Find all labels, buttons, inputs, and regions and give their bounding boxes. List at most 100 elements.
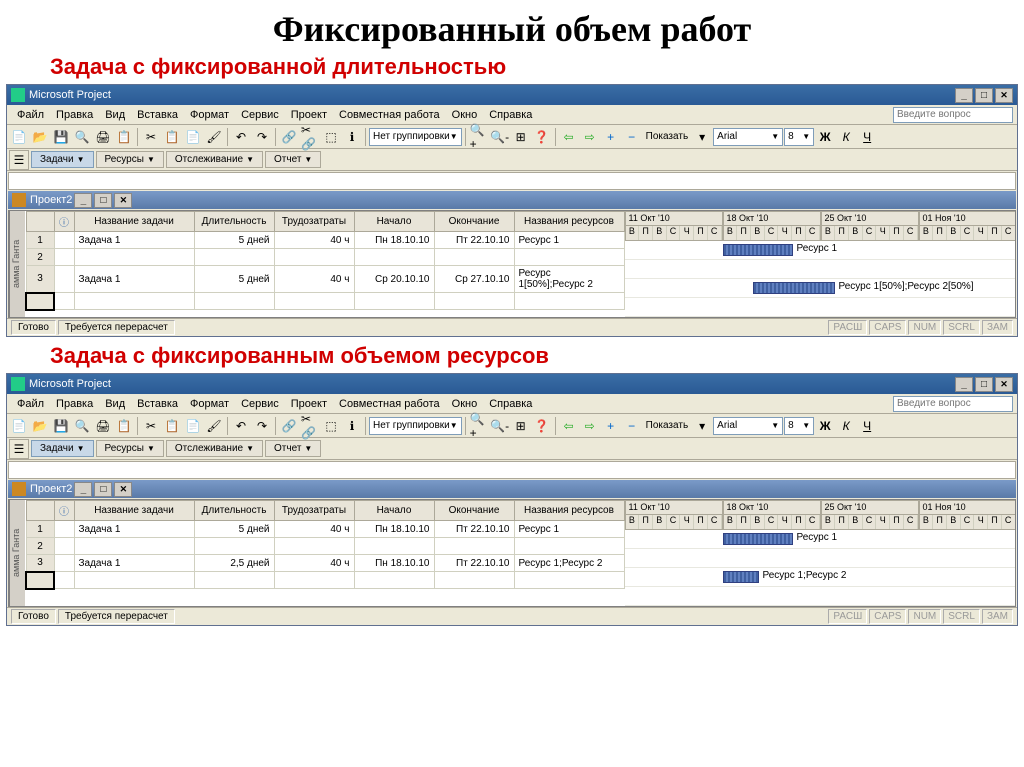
menu-file[interactable]: Файл [11, 107, 50, 123]
menu-tools[interactable]: Сервис [235, 396, 285, 412]
save-icon[interactable]: 💾 [51, 127, 71, 147]
copy-icon[interactable]: 📋 [162, 416, 182, 436]
gantt-bar[interactable] [753, 282, 835, 294]
new-icon[interactable]: 📄 [9, 127, 29, 147]
entry-bar[interactable] [8, 172, 1016, 190]
italic-button[interactable]: К [836, 127, 856, 147]
view-report[interactable]: Отчет▼ [265, 151, 321, 168]
close-button[interactable]: ✕ [995, 377, 1013, 392]
view-resources[interactable]: Ресурсы▼ [96, 440, 164, 457]
help-search[interactable] [893, 396, 1013, 412]
menu-format[interactable]: Формат [184, 107, 235, 123]
open-icon[interactable]: 📂 [30, 416, 50, 436]
format-painter-icon[interactable]: 🖌 [204, 127, 224, 147]
menu-project[interactable]: Проект [285, 396, 333, 412]
underline-button[interactable]: Ч [857, 127, 877, 147]
gantt-row[interactable] [625, 549, 1016, 568]
zoom-in-icon[interactable]: 🔍+ [469, 416, 489, 436]
menu-format[interactable]: Формат [184, 396, 235, 412]
view-tab-gantt[interactable]: амма Ганта [9, 500, 25, 606]
menu-insert[interactable]: Вставка [131, 396, 184, 412]
menu-file[interactable]: Файл [11, 396, 50, 412]
col-duration[interactable]: Длительность [194, 212, 274, 232]
menu-view[interactable]: Вид [99, 107, 131, 123]
help-search[interactable] [893, 107, 1013, 123]
views-icon[interactable]: ☰ [9, 439, 29, 459]
col-name[interactable]: Название задачи [74, 501, 194, 521]
col-work[interactable]: Трудозатраты [274, 501, 354, 521]
cut-icon[interactable]: ✂ [141, 416, 161, 436]
undo-icon[interactable]: ↶ [231, 127, 251, 147]
preview-icon[interactable]: 📋 [114, 127, 134, 147]
col-resources[interactable]: Названия ресурсов [514, 212, 624, 232]
table-row[interactable]: 1Задача 15 дней40 чПн 18.10.10Пт 22.10.1… [26, 232, 624, 249]
arrow-right-icon[interactable]: ⇨ [580, 127, 600, 147]
open-icon[interactable]: 📂 [30, 127, 50, 147]
new-icon[interactable]: 📄 [9, 416, 29, 436]
menu-project[interactable]: Проект [285, 107, 333, 123]
maximize-button[interactable]: □ [975, 377, 993, 392]
outdent-icon[interactable]: + [601, 127, 621, 147]
goto-task-icon[interactable]: ⊞ [511, 127, 531, 147]
gantt-bar[interactable] [723, 244, 793, 256]
copy-icon[interactable]: 📋 [162, 127, 182, 147]
view-tracking[interactable]: Отслеживание▼ [166, 440, 263, 457]
close-button[interactable]: ✕ [995, 88, 1013, 103]
underline-button[interactable]: Ч [857, 416, 877, 436]
doc-close[interactable]: ✕ [114, 193, 132, 208]
arrow-left-icon[interactable]: ⇦ [559, 416, 579, 436]
col-start[interactable]: Начало [354, 212, 434, 232]
view-tab-gantt[interactable]: амма Ганта [9, 211, 25, 317]
italic-button[interactable]: К [836, 416, 856, 436]
outdent-icon[interactable]: + [601, 416, 621, 436]
table-row[interactable]: 3Задача 12,5 дней40 чПн 18.10.10Пт 22.10… [26, 555, 624, 572]
col-start[interactable]: Начало [354, 501, 434, 521]
arrow-left-icon[interactable]: ⇦ [559, 127, 579, 147]
table-row[interactable]: 2 [26, 538, 624, 555]
menu-window[interactable]: Окно [446, 396, 484, 412]
col-work[interactable]: Трудозатраты [274, 212, 354, 232]
format-painter-icon[interactable]: 🖌 [204, 416, 224, 436]
info-icon[interactable]: ℹ [342, 127, 362, 147]
views-icon[interactable]: ☰ [9, 150, 29, 170]
doc-close[interactable]: ✕ [114, 482, 132, 497]
gantt-bar[interactable] [723, 571, 759, 583]
search-icon[interactable]: 🔍 [72, 127, 92, 147]
undo-icon[interactable]: ↶ [231, 416, 251, 436]
menu-edit[interactable]: Правка [50, 396, 99, 412]
help-icon[interactable]: ❓ [532, 127, 552, 147]
split-icon[interactable]: ⬚ [321, 416, 341, 436]
unlink-icon[interactable]: ✂🔗 [300, 127, 320, 147]
view-tasks[interactable]: Задачи▼ [31, 440, 94, 457]
zoom-out-icon[interactable]: 🔍- [490, 127, 510, 147]
font-combo[interactable]: Arial▼ [713, 417, 783, 435]
print-icon[interactable]: 🖨 [93, 416, 113, 436]
menu-window[interactable]: Окно [446, 107, 484, 123]
menu-collab[interactable]: Совместная работа [333, 396, 446, 412]
table-row[interactable]: 1Задача 15 дней40 чПн 18.10.10Пт 22.10.1… [26, 521, 624, 538]
col-duration[interactable]: Длительность [194, 501, 274, 521]
doc-minimize[interactable]: _ [74, 193, 92, 208]
gantt-row[interactable]: Ресурс 1 [625, 530, 1016, 549]
view-tasks[interactable]: Задачи▼ [31, 151, 94, 168]
menu-edit[interactable]: Правка [50, 107, 99, 123]
link-icon[interactable]: 🔗 [279, 127, 299, 147]
minimize-button[interactable]: _ [955, 377, 973, 392]
gantt-row[interactable]: Ресурс 1;Ресурс 2 [625, 568, 1016, 587]
entry-bar[interactable] [8, 461, 1016, 479]
bold-button[interactable]: Ж [815, 127, 835, 147]
cut-icon[interactable]: ✂ [141, 127, 161, 147]
redo-icon[interactable]: ↷ [252, 416, 272, 436]
minimize-button[interactable]: _ [955, 88, 973, 103]
goto-task-icon[interactable]: ⊞ [511, 416, 531, 436]
col-name[interactable]: Название задачи [74, 212, 194, 232]
gantt-row[interactable]: Ресурс 1 [625, 241, 1016, 260]
gantt-row[interactable]: Ресурс 1[50%];Ресурс 2[50%] [625, 279, 1016, 298]
group-combo[interactable]: Нет группировки▼ [369, 128, 462, 146]
group-combo[interactable]: Нет группировки▼ [369, 417, 462, 435]
task-grid[interactable]: ⓘ Название задачи Длительность Трудозатр… [25, 500, 625, 590]
col-finish[interactable]: Окончание [434, 212, 514, 232]
col-finish[interactable]: Окончание [434, 501, 514, 521]
col-resources[interactable]: Названия ресурсов [514, 501, 624, 521]
paste-icon[interactable]: 📄 [183, 416, 203, 436]
